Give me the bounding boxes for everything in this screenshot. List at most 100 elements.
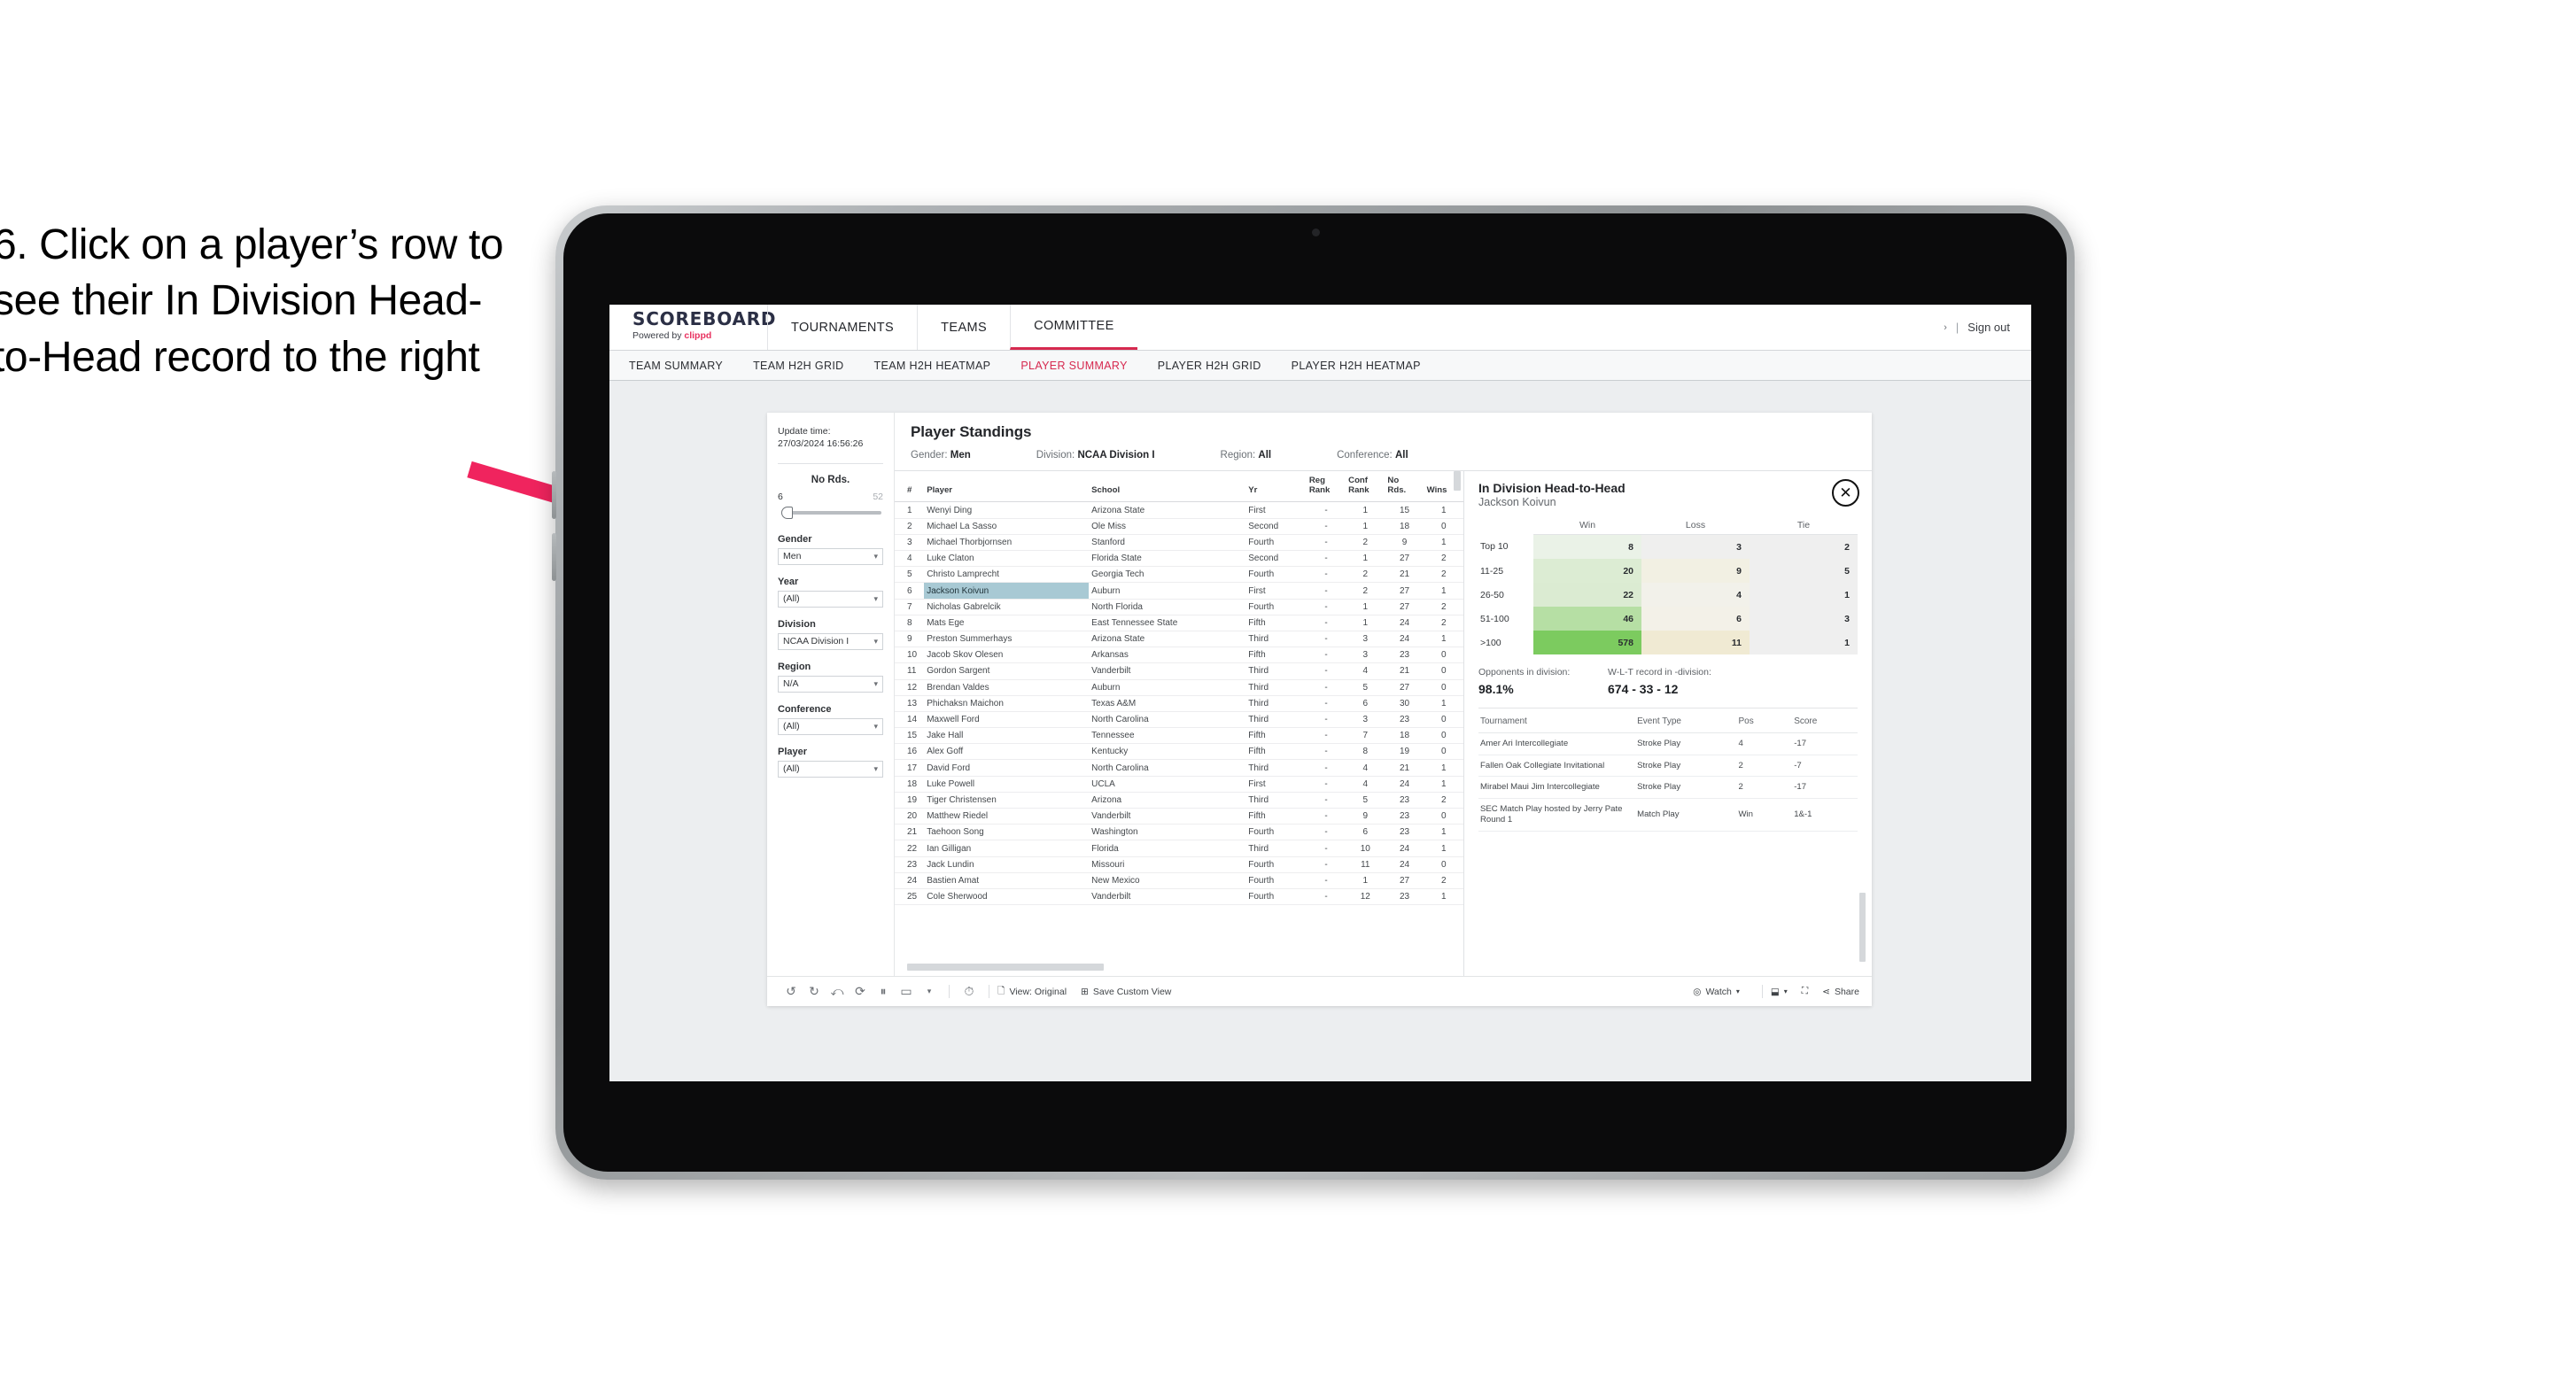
chevron-down-icon: ▾ (873, 678, 878, 688)
account-caret-icon[interactable]: › (1944, 322, 1947, 333)
table-row[interactable]: 9 Preston Summerhays Arizona State Third -3 2… (895, 631, 1463, 648)
tab-player-h2h-heatmap[interactable]: PLAYER H2H HEATMAP (1292, 360, 1421, 372)
filter-player-select[interactable]: (All) ▾ (778, 760, 883, 778)
watch-button[interactable]: ◎ Watch ▾ (1693, 987, 1740, 997)
table-row[interactable]: 14 Maxwell Ford North Carolina Third -3 23 0 (895, 711, 1463, 729)
tournament-scrollbar[interactable] (1859, 893, 1866, 962)
tab-player-summary[interactable]: PLAYER SUMMARY (1020, 360, 1127, 372)
col-reg-rank[interactable]: Reg Rank (1306, 471, 1346, 503)
col-player[interactable]: Player (924, 471, 1090, 503)
cell-school: Vanderbilt (1089, 662, 1246, 680)
table-row[interactable]: 3 Michael Thorbjornsen Stanford Fourth -2 9 1 (895, 534, 1463, 552)
share-button[interactable]: ⋖ Share (1822, 987, 1859, 997)
redo-icon[interactable]: ↻ (803, 984, 826, 999)
table-row[interactable]: 16 Alex Goff Kentucky Fifth -8 19 0 (895, 743, 1463, 761)
filter-year-select[interactable]: (All) ▾ (778, 590, 883, 608)
table-vertical-scrollbar[interactable] (1454, 471, 1461, 491)
col-no-rds[interactable]: No Rds. (1385, 471, 1424, 503)
nav-teams[interactable]: TEAMS (917, 305, 1010, 350)
filter-player: Player (All) ▾ (778, 747, 883, 778)
primary-nav: TOURNAMENTS TEAMS COMMITTEE (767, 305, 1137, 350)
filter-conference-select[interactable]: (All) ▾ (778, 717, 883, 735)
view-original-button[interactable]: 🗋 View: Original (997, 984, 1067, 1000)
nav-committee[interactable]: COMMITTEE (1010, 305, 1137, 350)
table-row[interactable]: 23 Jack Lundin Missouri Fourth -11 24 0 (895, 856, 1463, 873)
brand-logo[interactable]: SCOREBOARD Powered by clippd (609, 305, 776, 350)
table-row[interactable]: 24 Bastien Amat New Mexico Fourth -1 27 2 (895, 872, 1463, 889)
screenshot-root: 6. Click on a player’s row to see their … (0, 0, 2576, 1386)
save-custom-view-button[interactable]: ⊞ Save Custom View (1081, 987, 1171, 997)
col-rank[interactable]: # (895, 471, 925, 503)
tournament-row[interactable]: Mirabel Maui Jim Intercollegiate Stroke P… (1478, 776, 1858, 800)
cell-player: Jack Lundin (924, 856, 1090, 873)
device-layout-icon[interactable]: ▭ (895, 984, 918, 999)
table-row[interactable]: 22 Ian Gilligan Florida Third -10 24 1 (895, 840, 1463, 857)
close-icon[interactable]: ✕ (1832, 479, 1859, 507)
cell-rank: 23 (895, 856, 925, 873)
undo-icon[interactable]: ↺ (780, 984, 803, 999)
tab-team-h2h-grid[interactable]: TEAM H2H GRID (753, 360, 843, 372)
table-row[interactable]: 20 Matthew Riedel Vanderbilt Fifth -9 23 0 (895, 808, 1463, 825)
table-row[interactable]: 15 Jake Hall Tennessee Fifth -7 18 0 (895, 727, 1463, 745)
tab-team-summary[interactable]: TEAM SUMMARY (629, 360, 723, 372)
table-row[interactable]: 4 Luke Claton Florida State Second -1 27 2 (895, 550, 1463, 568)
cell-conf-rank: 4 (1346, 662, 1385, 680)
slider-handle[interactable] (781, 506, 793, 519)
tab-team-h2h-heatmap[interactable]: TEAM H2H HEATMAP (874, 360, 991, 372)
cell-wins: 1 (1424, 824, 1463, 841)
table-row[interactable]: 19 Tiger Christensen Arizona Third -5 23 2 (895, 792, 1463, 809)
col-school[interactable]: School (1089, 471, 1246, 503)
history-icon[interactable]: ⏱ (958, 984, 981, 999)
col-conf-rank[interactable]: Conf Rank (1346, 471, 1385, 503)
table-row[interactable]: 1 Wenyi Ding Arizona State First -1 15 1 (895, 501, 1463, 519)
refresh-data-icon[interactable]: ⟳ (849, 984, 872, 999)
cell-yr: Second (1245, 518, 1307, 535)
watch-icon: ◎ (1693, 986, 1702, 997)
table-row[interactable]: 13 Phichaksn Maichon Texas A&M Third -6 30 1 (895, 695, 1463, 712)
standings-table: # Player School Yr Reg Rank Conf Rank No Rd… (895, 471, 1463, 906)
table-row[interactable]: 8 Mats Ege East Tennessee State Fifth -1 24 2 (895, 615, 1463, 631)
table-row[interactable]: 21 Taehoon Song Washington Fourth -6 23 1 (895, 824, 1463, 841)
table-row[interactable]: 2 Michael La Sasso Ole Miss Second -1 18 0 (895, 518, 1463, 535)
nav-tournaments[interactable]: TOURNAMENTS (767, 305, 917, 350)
table-row[interactable]: 17 David Ford North Carolina Third -4 21 1 (895, 759, 1463, 777)
table-row[interactable]: 11 Gordon Sargent Vanderbilt Third -4 21 0 (895, 662, 1463, 680)
cell-wins: 1 (1424, 759, 1463, 777)
slider-track[interactable] (778, 506, 883, 520)
no-rounds-min: 6 (778, 491, 783, 502)
col-yr[interactable]: Yr (1245, 471, 1307, 503)
volume-down-button[interactable] (552, 533, 556, 581)
table-row[interactable]: 5 Christo Lamprecht Georgia Tech Fourth -2 21… (895, 566, 1463, 584)
chevron-down-icon[interactable]: ▾ (918, 987, 941, 996)
table-row[interactable]: 7 Nicholas Gabrelcik North Florida Fourth -1… (895, 599, 1463, 616)
filter-region-select[interactable]: N/A ▾ (778, 675, 883, 693)
fullscreen-button[interactable]: ⛶ (1802, 986, 1808, 997)
table-row[interactable]: 12 Brendan Valdes Auburn Third -5 27 0 (895, 679, 1463, 696)
cell-rank: 13 (895, 695, 925, 712)
cell-school: UCLA (1089, 776, 1246, 793)
h2h-cell: 9 (1641, 559, 1750, 583)
volume-up-button[interactable] (552, 471, 556, 519)
filter-gender-select[interactable]: Men ▾ (778, 547, 883, 565)
tab-player-h2h-grid[interactable]: PLAYER H2H GRID (1158, 360, 1261, 372)
h2h-cell: 11 (1641, 631, 1750, 654)
download-button[interactable]: ⬓ ▾ (1771, 987, 1788, 997)
table-horizontal-scrollbar[interactable] (907, 964, 1104, 971)
cell-reg-rank: - (1306, 566, 1346, 584)
tournament-row[interactable]: SEC Match Play hosted by Jerry Pate Roun… (1478, 798, 1858, 832)
table-row[interactable]: 6 Jackson Koivun Auburn First -2 27 1 (895, 582, 1463, 600)
sign-out-link[interactable]: Sign out (1967, 321, 2010, 334)
tournament-row[interactable]: Amer Ari Intercollegiate Stroke Play 4 -17 (1478, 732, 1858, 755)
chevron-down-icon: ▾ (873, 551, 878, 561)
stat-record-value: 674 - 33 - 12 (1608, 682, 1679, 696)
table-row[interactable]: 18 Luke Powell UCLA First -4 24 1 (895, 776, 1463, 793)
cell-player: Michael Thorbjornsen (924, 534, 1090, 552)
no-rounds-slider[interactable]: No Rds. 6 52 (778, 475, 883, 520)
table-row[interactable]: 25 Cole Sherwood Vanderbilt Fourth -12 23 1 (895, 888, 1463, 906)
revert-icon[interactable]: ⤺ (826, 984, 849, 999)
cell-no-rds: 19 (1385, 743, 1424, 761)
table-row[interactable]: 10 Jacob Skov Olesen Arkansas Fifth -3 23 0 (895, 647, 1463, 664)
filter-division-select[interactable]: NCAA Division I ▾ (778, 632, 883, 650)
tournament-row[interactable]: Fallen Oak Collegiate Invitational Stroke… (1478, 755, 1858, 778)
pause-updates-icon[interactable]: ⏸ (872, 984, 895, 999)
